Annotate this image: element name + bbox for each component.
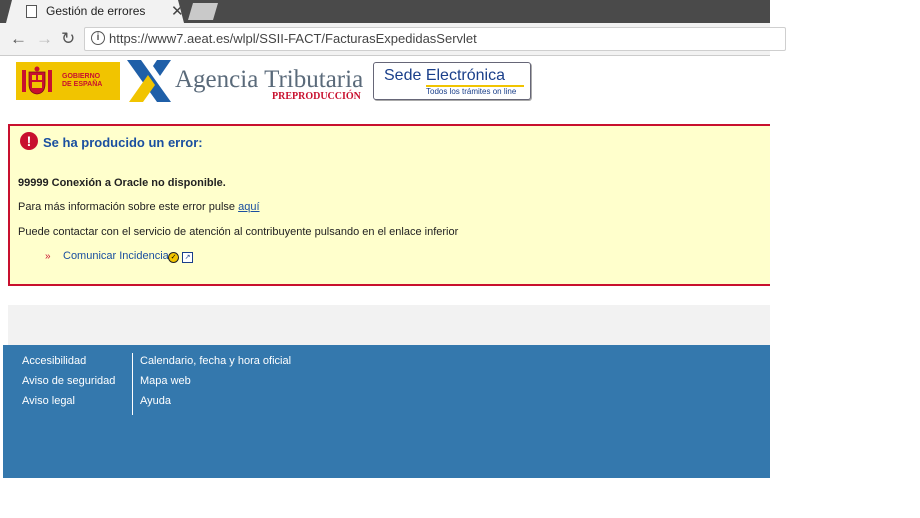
info-icon[interactable]: i — [91, 31, 105, 45]
tab-title: Gestión de errores — [46, 4, 146, 18]
page-icon — [26, 5, 37, 18]
error-title: Se ha producido un error: — [43, 135, 203, 150]
footer-link-aviso-seguridad[interactable]: Aviso de seguridad — [22, 375, 115, 387]
footer-column-1: Accesibilidad Aviso de seguridad Aviso l… — [22, 355, 115, 415]
coat-of-arms-icon — [22, 66, 52, 95]
error-panel: ! Se ha producido un error: 99999 Conexi… — [8, 124, 770, 286]
contact-text: Puede contactar con el servicio de atenc… — [18, 226, 459, 238]
sede-electronica-logo[interactable]: Sede Electrónica Todos los trámites on l… — [373, 62, 531, 100]
footer-link-accesibilidad[interactable]: Accesibilidad — [22, 355, 115, 367]
footer-link-aviso-legal[interactable]: Aviso legal — [22, 395, 115, 407]
more-info-line: Para más información sobre este error pu… — [18, 201, 260, 213]
gobierno-logo[interactable]: GOBIERNO DE ESPAÑA — [16, 62, 120, 100]
back-icon[interactable]: ← — [10, 29, 27, 49]
bullet-arrow-icon: » — [45, 251, 51, 262]
error-message: 99999 Conexión a Oracle no disponible. — [18, 177, 226, 189]
report-incident-link[interactable]: Comunicar Incidencia — [63, 250, 169, 262]
footer: Accesibilidad Aviso de seguridad Aviso l… — [3, 345, 770, 478]
footer-column-2: Calendario, fecha y hora oficial Mapa we… — [140, 355, 291, 415]
close-icon[interactable]: ✕ — [171, 2, 184, 20]
browser-tab[interactable]: Gestión de errores ✕ — [6, 0, 184, 23]
footer-link-ayuda[interactable]: Ayuda — [140, 395, 291, 407]
browser-window: Gestión de errores ✕ ← → ↻ i https://www… — [0, 0, 786, 518]
forward-icon[interactable]: → — [36, 29, 53, 49]
address-bar: ← → ↻ i https://www7.aeat.es/wlpl/SSII-F… — [0, 23, 786, 56]
tab-strip: Gestión de errores ✕ — [0, 0, 770, 23]
agency-name: Agencia Tributaria — [175, 66, 364, 93]
new-tab-button[interactable] — [188, 3, 218, 20]
more-info-text: Para más información sobre este error pu… — [18, 201, 236, 213]
grey-band — [8, 305, 770, 345]
new-window-icon: ↗ — [182, 252, 193, 263]
environment-label: PREPRODUCCIÓN — [272, 91, 361, 102]
sede-title: Sede Electrónica — [384, 67, 505, 84]
certificate-icon: ✓ — [168, 252, 179, 263]
exclamation-icon: ! — [20, 132, 38, 150]
gobierno-line2: DE ESPAÑA — [62, 81, 103, 88]
more-info-link[interactable]: aquí — [238, 201, 259, 213]
gobierno-line1: GOBIERNO — [62, 73, 101, 80]
url-input[interactable]: i https://www7.aeat.es/wlpl/SSII-FACT/Fa… — [84, 27, 786, 51]
sede-subtitle: Todos los trámites on line — [426, 87, 517, 96]
aeat-logo-icon[interactable] — [127, 60, 171, 102]
footer-link-calendario[interactable]: Calendario, fecha y hora oficial — [140, 355, 291, 367]
footer-divider — [132, 353, 133, 415]
gobierno-text: GOBIERNO DE ESPAÑA — [62, 73, 102, 89]
footer-link-mapa-web[interactable]: Mapa web — [140, 375, 291, 387]
url-text: https://www7.aeat.es/wlpl/SSII-FACT/Fact… — [109, 31, 477, 46]
reload-icon[interactable]: ↻ — [61, 29, 75, 49]
